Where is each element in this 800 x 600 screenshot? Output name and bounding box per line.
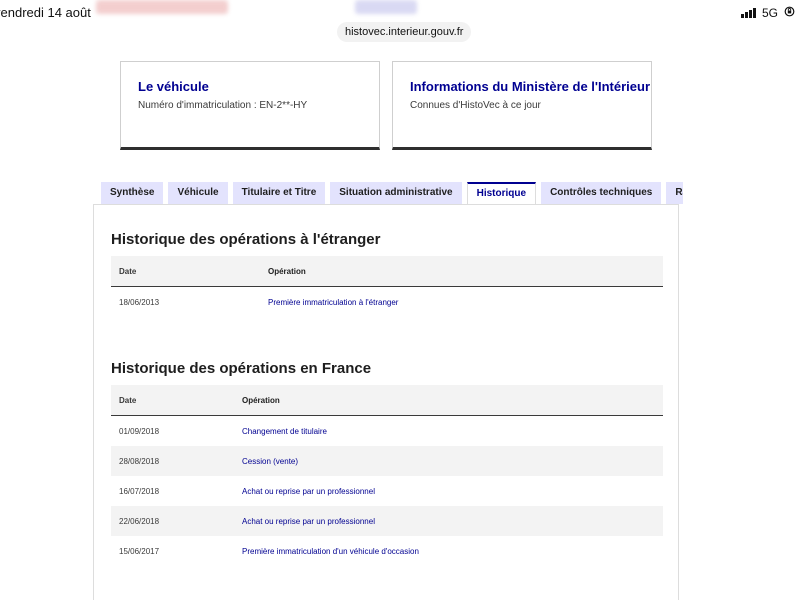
ministry-card-title: Informations du Ministère de l'Intérieur [410,79,651,94]
status-bar-right: 5G 9 [741,6,800,20]
row-date: 18/06/2013 [119,297,160,307]
row-date: 01/09/2018 [119,426,160,436]
tab-titulaire-et-titre[interactable]: Titulaire et Titre [232,182,326,204]
row-date: 28/08/2018 [119,456,160,466]
row-operation: Première immatriculation à l'étranger [268,297,399,307]
registration-number: Numéro d'immatriculation : EN-2**-HY [138,100,308,111]
url-bar[interactable]: histovec.interieur.gouv.fr [337,22,472,42]
france-history-table: Date Opération 01/09/2018 Changement de … [111,385,663,566]
blurred-browser-ui [355,0,417,14]
table-row: 28/08/2018 Cession (vente) [111,446,663,476]
column-header-operation: Opération [268,266,306,276]
tab-synthese[interactable]: Synthèse [101,182,164,204]
orientation-lock-icon [784,6,795,20]
tab-vehicule[interactable]: Véhicule [168,182,228,204]
column-header-date: Date [119,266,137,276]
tab-controles-techniques[interactable]: Contrôles techniques [541,182,662,204]
historique-panel: Historique des opérations à l'étranger D… [93,204,679,600]
table-row: 15/06/2017 Première immatriculation d'un… [111,536,663,566]
row-operation: Achat ou reprise par un professionnel [242,486,375,496]
table-row: 16/07/2018 Achat ou reprise par un profe… [111,476,663,506]
cellular-signal-icon [741,8,756,18]
tab-rappels-constructeur[interactable]: Rappels constructeur [666,182,683,204]
foreign-history-title: Historique des opérations à l'étranger [111,231,381,248]
tab-historique[interactable]: Historique [466,182,537,204]
table-row: 18/06/2013 Première immatriculation à l'… [111,287,663,317]
row-operation: Première immatriculation d'un véhicule d… [242,546,419,556]
network-label: 5G [762,6,779,20]
row-operation: Achat ou reprise par un professionnel [242,516,375,526]
tab-situation-administrative[interactable]: Situation administrative [330,182,462,204]
row-date: 16/07/2018 [119,486,160,496]
vehicle-card-title: Le véhicule [138,79,209,94]
row-date: 22/06/2018 [119,516,160,526]
table-row: 01/09/2018 Changement de titulaire [111,416,663,446]
url-text: histovec.interieur.gouv.fr [345,26,464,38]
ministry-card-text: Connues d'HistoVec à ce jour [410,100,541,111]
row-operation: Changement de titulaire [242,426,327,436]
column-header-date: Date [119,395,137,405]
table-header: Date Opération [111,385,663,416]
row-date: 15/06/2017 [119,546,160,556]
vehicle-card: Le véhicule Numéro d'immatriculation : E… [120,61,380,150]
table-row: 22/06/2018 Achat ou reprise par un profe… [111,506,663,536]
blurred-browser-ui [96,0,228,14]
table-header: Date Opération [111,256,663,287]
row-operation: Cession (vente) [242,456,299,466]
foreign-history-table: Date Opération 18/06/2013 Première immat… [111,256,663,317]
column-header-operation: Opération [242,395,280,405]
status-bar-date: vendredi 14 août [0,5,91,20]
france-history-title: Historique des opérations en France [111,360,372,377]
tab-bar: Synthèse Véhicule Titulaire et Titre Sit… [101,182,683,204]
ministry-card: Informations du Ministère de l'Intérieur… [392,61,652,150]
